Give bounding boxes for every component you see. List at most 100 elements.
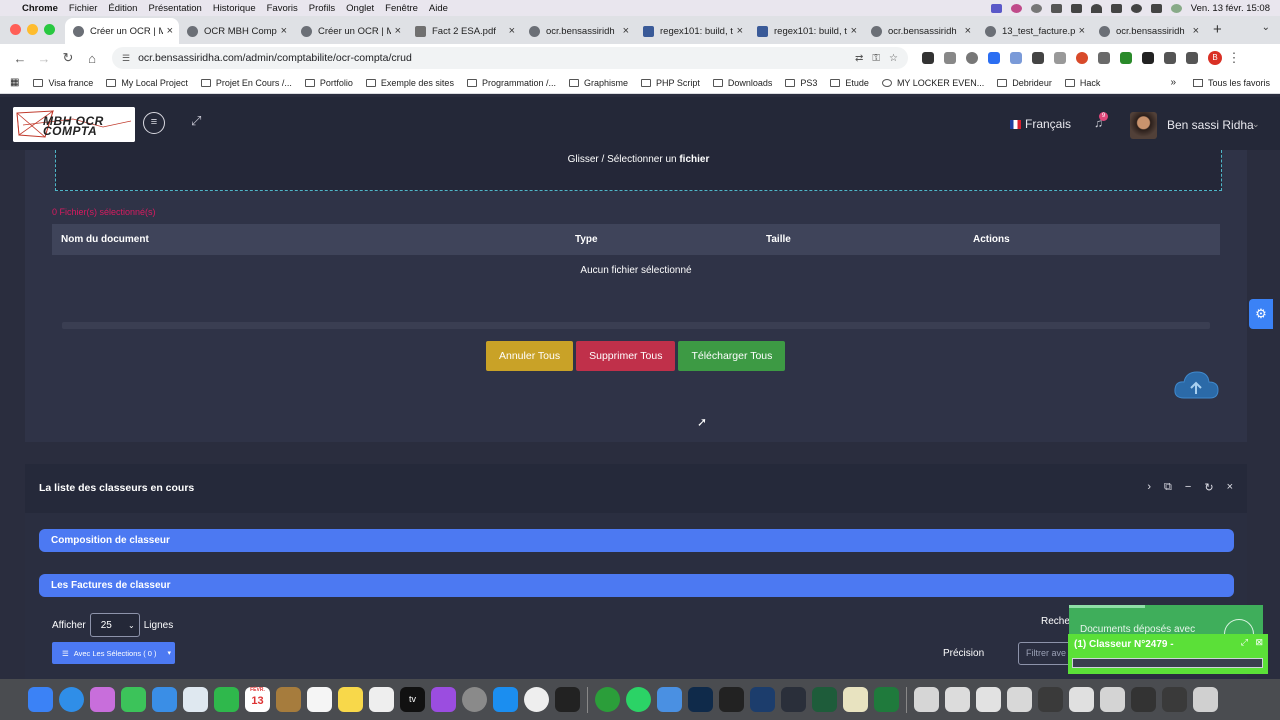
settings-gear-button[interactable]: ⚙ [1249,299,1273,329]
bookmark-item[interactable]: Hack [1064,78,1100,88]
collapse-icon[interactable]: − [1185,481,1191,494]
user-name[interactable]: Ben sassi Ridha [1167,118,1254,132]
keyboard-layout-icon[interactable] [1050,3,1062,13]
document-thumbnail-icon[interactable] [1131,687,1156,712]
freeform-icon[interactable] [369,687,394,712]
browser-tab[interactable]: ocr.bensassiridh × [863,18,977,44]
close-window-button[interactable] [10,24,21,35]
bookmark-item[interactable]: Debrideur [997,78,1052,88]
utorrent-icon[interactable] [595,687,620,712]
browser-tab[interactable]: ocr.bensassiridh × [1091,18,1205,44]
close-tab-icon[interactable]: × [509,25,515,37]
tab-search-chevron-icon[interactable]: ⌄ [1262,22,1270,33]
app-store-icon[interactable] [493,687,518,712]
browser-tab[interactable]: Créer un OCR | M × [65,18,179,44]
chrome-icon[interactable] [524,687,549,712]
close-tab-icon[interactable]: × [965,25,971,37]
zoom-window-button[interactable] [44,24,55,35]
phpstorm-icon[interactable] [719,687,744,712]
col-actions[interactable]: Actions [973,234,1010,245]
apple-tv-icon[interactable]: tv [400,687,425,712]
bookmark-item[interactable]: Etude [830,78,869,88]
menu-item-historique[interactable]: Historique [213,3,256,14]
menu-item-aide[interactable]: Aide [429,3,448,14]
browser-tab[interactable]: Créer un OCR | M × [293,18,407,44]
red-extension-icon[interactable] [1076,52,1088,64]
bookmark-item[interactable]: Projet En Cours /... [200,78,292,88]
menu-toggle-icon[interactable]: ≡ [143,112,165,134]
compass-app-icon[interactable] [657,687,682,712]
user-avatar[interactable] [1130,112,1157,139]
language-selector[interactable]: Français [1010,117,1071,131]
search-icon[interactable] [1130,3,1142,13]
document-thumbnail-icon[interactable] [1162,687,1187,712]
record-icon[interactable] [1010,3,1022,13]
menu-app-name[interactable]: Chrome [22,3,58,14]
close-tab-icon[interactable]: × [167,25,173,37]
col-document-name[interactable]: Nom du document [61,234,149,245]
back-arrow-icon[interactable]: ← [8,51,32,66]
bookmark-item[interactable]: MY LOCKER EVEN... [881,78,984,88]
screen-share-icon[interactable] [990,3,1002,13]
home-icon[interactable]: ⌂ [80,51,104,66]
close-icon[interactable]: × [1227,481,1233,494]
excel-icon[interactable] [874,687,899,712]
col-size[interactable]: Taille [766,234,791,245]
bookmark-item[interactable]: PHP Script [641,78,700,88]
apps-grid-icon[interactable]: ▦ [10,77,19,88]
menu-item-favoris[interactable]: Favoris [267,3,298,14]
forward-arrow-icon[interactable]: → [32,51,56,66]
battery-icon[interactable] [1110,3,1122,13]
puzzle-extensions-icon[interactable] [1164,52,1176,64]
bookmark-item[interactable]: PS3 [785,78,817,88]
with-selection-button[interactable]: ☰ Avec Les Sélections ( 0 ) ▾ [52,642,175,664]
browser-tab[interactable]: Fact 2 ESA.pdf × [407,18,521,44]
wordpress-icon[interactable] [1030,3,1042,13]
close-tab-icon[interactable]: × [281,25,287,37]
bookmark-item[interactable]: Exemple des sites [365,78,454,88]
archive-icon[interactable] [843,687,868,712]
translate-extension-icon[interactable] [988,52,1000,64]
menu-item-profils[interactable]: Profils [309,3,335,14]
safari-icon[interactable] [59,687,84,712]
notes-icon[interactable] [338,687,363,712]
discord-icon[interactable] [555,687,580,712]
document-thumbnail-icon[interactable] [976,687,1001,712]
browser-tab[interactable]: regex101: build, t × [635,18,749,44]
browser-tab[interactable]: OCR MBH Compt × [179,18,293,44]
address-url[interactable]: ocr.bensassiridha.com/admin/comptabilite… [138,52,846,64]
menu-item-fichier[interactable]: Fichier [69,3,98,14]
l-extension-icon[interactable] [1032,52,1044,64]
menu-item-edition[interactable]: Édition [108,3,137,14]
close-tab-icon[interactable]: × [623,25,629,37]
contacts-icon[interactable] [276,687,301,712]
close-tab-icon[interactable]: × [1193,25,1199,37]
address-bar[interactable]: ☰ ocr.bensassiridha.com/admin/comptabili… [112,47,908,69]
trash-icon[interactable] [1193,687,1218,712]
classeur-toast[interactable]: (1) Classeur N°2479 - ⤢ ⊠ [1068,634,1268,674]
bookmark-item[interactable]: Downloads [712,78,772,88]
bookmark-star-icon[interactable]: ☆ [889,53,898,64]
profile-avatar[interactable]: B [1208,51,1222,65]
menu-item-fenetre[interactable]: Fenêtre [385,3,418,14]
vpn-icon[interactable] [781,687,806,712]
refresh-icon[interactable]: ↻ [1204,481,1213,494]
reminders-icon[interactable] [307,687,332,712]
upload-success-toast[interactable]: Documents déposés avec [1069,605,1263,637]
maximize-icon[interactable]: ⧉ [1164,481,1172,494]
k-extension-icon[interactable] [1142,52,1154,64]
podcasts-icon[interactable] [431,687,456,712]
document-thumbnail-icon[interactable] [1069,687,1094,712]
site-info-icon[interactable]: ☰ [122,53,130,64]
upload-all-button[interactable]: Télécharger Tous [678,341,786,371]
document-thumbnail-icon[interactable] [945,687,970,712]
pycharm-icon[interactable] [812,687,837,712]
mysql-workbench-icon[interactable] [750,687,775,712]
wifi-icon[interactable] [1090,3,1102,13]
new-tab-button[interactable]: + [1205,21,1230,44]
reload-icon[interactable]: ↻ [56,50,80,66]
control-center-icon[interactable] [1150,3,1162,13]
menu-item-onglet[interactable]: Onglet [346,3,374,14]
list-extension-icon[interactable] [1054,52,1066,64]
wave-extension-icon[interactable] [1010,52,1022,64]
